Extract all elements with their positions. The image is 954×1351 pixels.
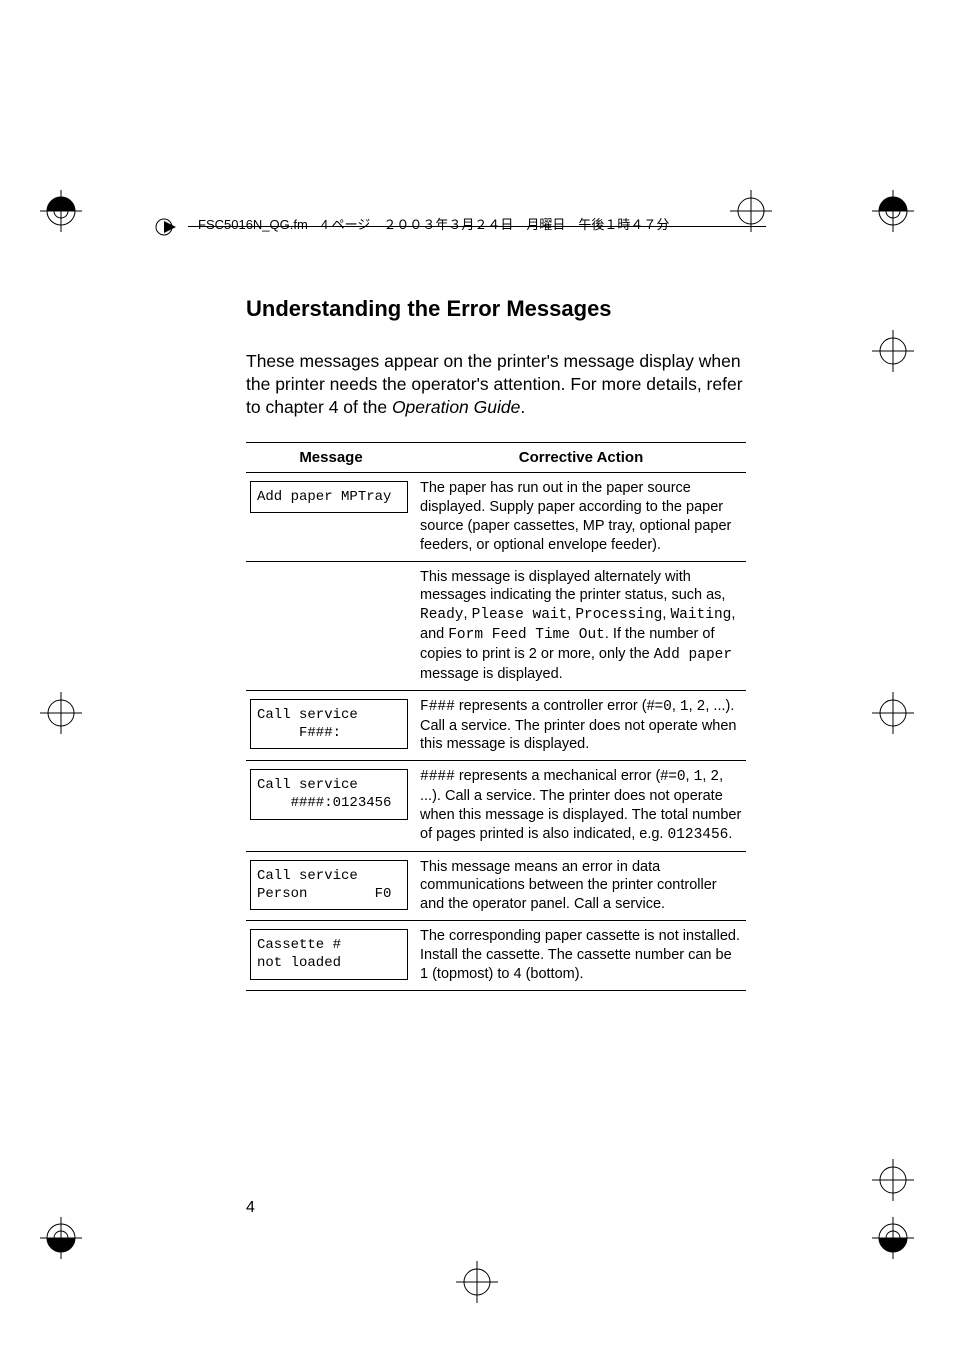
action-mono: Add paper <box>654 647 732 663</box>
message-cell: Call service Person F0 <box>246 851 416 921</box>
registration-mark <box>872 692 914 734</box>
action-mono: 0 <box>677 769 686 785</box>
message-cell: Cassette # not loaded <box>246 921 416 991</box>
action-mono: 0 <box>663 699 672 715</box>
message-cell: Add paper MPTray <box>246 473 416 561</box>
header-arrow-icon <box>155 218 183 236</box>
action-mono: Waiting <box>670 607 731 623</box>
action-mono: 1 <box>694 769 703 785</box>
crop-mark-tl <box>86 186 122 222</box>
action-mono: Please wait <box>472 607 568 623</box>
table-row: Call service Person F0 This message mean… <box>246 851 746 921</box>
action-cell: The paper has run out in the paper sourc… <box>416 473 746 561</box>
error-messages-table: Message Corrective Action Add paper MPTr… <box>246 442 746 990</box>
action-cell: This message is displayed alternately wi… <box>416 561 746 690</box>
action-text: , <box>672 698 680 714</box>
message-display: Add paper MPTray <box>250 481 408 513</box>
action-mono: F### <box>420 699 455 715</box>
page-content: Understanding the Error Messages These m… <box>246 296 746 991</box>
registration-mark <box>40 692 82 734</box>
action-cell: This message means an error in data comm… <box>416 851 746 921</box>
message-cell: Call service F###: <box>246 690 416 761</box>
table-row: Cassette # not loaded The corresponding … <box>246 921 746 991</box>
registration-mark <box>456 1261 498 1303</box>
message-cell: Call service ####:0123456 <box>246 761 416 851</box>
registration-mark <box>40 190 82 232</box>
action-mono: 0123456 <box>667 827 728 843</box>
header-filename: FSC5016N_QG.fm 4 ページ ２００３年３月２４日 月曜日 午後１時… <box>198 214 669 233</box>
action-cell: #### represents a mechanical error (#=0,… <box>416 761 746 851</box>
message-cell-empty <box>246 561 416 690</box>
action-cell: F### represents a controller error (#=0,… <box>416 690 746 761</box>
action-mono: 2 <box>710 769 719 785</box>
registration-mark <box>872 1217 914 1259</box>
table-row: This message is displayed alternately wi… <box>246 561 746 690</box>
action-text: . <box>728 826 732 842</box>
registration-mark <box>872 1159 914 1201</box>
action-text: This message is displayed alternately wi… <box>420 569 725 604</box>
action-mono: 1 <box>680 699 689 715</box>
intro-italic: Operation Guide <box>392 397 520 417</box>
page-title: Understanding the Error Messages <box>246 296 746 322</box>
action-text: , <box>464 606 472 622</box>
action-mono: Processing <box>575 607 662 623</box>
action-mono: Form Feed Time Out <box>448 627 605 643</box>
registration-mark <box>872 190 914 232</box>
action-cell: The corresponding paper cassette is not … <box>416 921 746 991</box>
message-display: Call service Person F0 <box>250 860 408 910</box>
col-header-action: Corrective Action <box>416 443 746 473</box>
page-number: 4 <box>246 1199 255 1217</box>
registration-mark <box>872 330 914 372</box>
message-display: Cassette # not loaded <box>250 929 408 979</box>
message-display: Call service ####:0123456 <box>250 769 408 819</box>
action-text: represents a mechanical error (#= <box>455 768 677 784</box>
intro-paragraph: These messages appear on the printer's m… <box>246 350 746 418</box>
registration-mark <box>40 1217 82 1259</box>
table-row: Add paper MPTray The paper has run out i… <box>246 473 746 561</box>
action-text: , <box>686 768 694 784</box>
action-mono: #### <box>420 769 455 785</box>
action-text: message is displayed. <box>420 666 563 682</box>
action-text: , <box>689 698 697 714</box>
intro-text-end: . <box>520 397 525 417</box>
action-text: represents a controller error (#= <box>455 698 663 714</box>
table-row: Call service F###: F### represents a con… <box>246 690 746 761</box>
action-mono: Ready <box>420 607 464 623</box>
table-row: Call service ####:0123456 #### represent… <box>246 761 746 851</box>
col-header-message: Message <box>246 443 416 473</box>
message-display: Call service F###: <box>250 699 408 749</box>
